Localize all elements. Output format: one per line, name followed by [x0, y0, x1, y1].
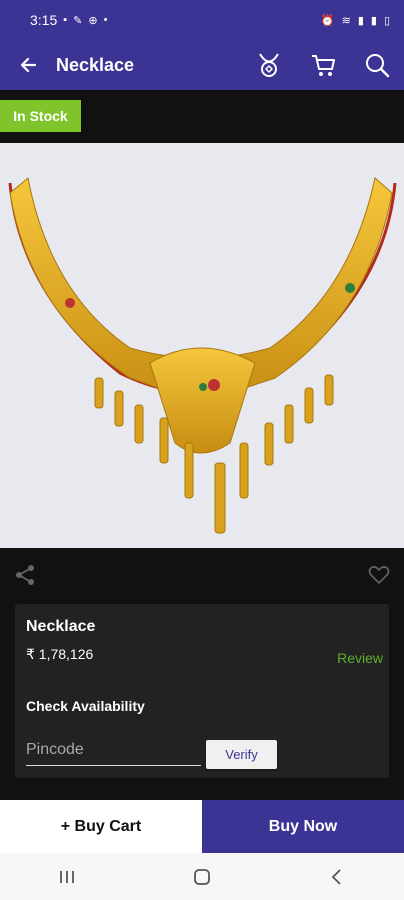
share-icon	[16, 565, 34, 585]
product-name: Necklace	[26, 618, 96, 635]
heart-icon	[368, 566, 390, 585]
status-left-icons: ▪ ✎ ⊕ •	[63, 14, 107, 27]
search-icon	[366, 54, 390, 78]
alarm-icon: ⏰	[320, 14, 335, 27]
status-bar: 3:15 ▪ ✎ ⊕ • ⏰ ≋ ▮ ▮ ▯	[0, 0, 404, 40]
product-price: ₹ 1,78,126	[26, 646, 94, 662]
status-right-icons: ⏰ ≋ ▮ ▮ ▯	[321, 14, 390, 27]
wishlist-button[interactable]	[368, 564, 390, 591]
cart-icon	[312, 55, 335, 76]
app-bar: Necklace	[0, 40, 404, 90]
dot-icon: •	[103, 13, 108, 26]
bottom-actions: + Buy Cart Buy Now	[0, 800, 404, 853]
home-icon	[194, 868, 210, 885]
review-link[interactable]: Review	[337, 650, 383, 666]
home-button[interactable]	[172, 857, 232, 897]
jewelry-button[interactable]	[242, 40, 296, 90]
tool-icon: ✎	[73, 14, 83, 27]
battery-icon: ▯	[383, 14, 390, 27]
system-back-button[interactable]	[307, 857, 367, 897]
status-time: 3:15	[30, 12, 58, 28]
wifi-icon: ≋	[341, 14, 351, 27]
pincode-input[interactable]	[26, 735, 201, 766]
back-button[interactable]	[0, 40, 56, 90]
globe-icon: ⊕	[88, 14, 98, 27]
search-button[interactable]	[350, 40, 404, 90]
share-button[interactable]	[14, 564, 36, 591]
message-icon: ▪	[63, 13, 68, 26]
product-tools	[0, 560, 404, 590]
product-card: Necklace ₹ 1,78,126 Review Check Availab…	[15, 604, 389, 778]
page-title: Necklace	[56, 54, 135, 75]
back-arrow-icon	[20, 57, 37, 73]
product-image[interactable]	[0, 143, 404, 548]
necklace-image	[8, 177, 397, 534]
buy-now-button[interactable]: Buy Now	[202, 800, 404, 853]
signal-icon: ▮	[357, 14, 364, 27]
signal-icon-2: ▮	[370, 14, 377, 27]
jewelry-icon	[259, 53, 279, 77]
stock-badge: In Stock	[0, 100, 81, 132]
cart-button[interactable]	[296, 40, 350, 90]
system-nav-bar	[0, 853, 404, 900]
system-back-icon	[331, 868, 341, 885]
buy-cart-button[interactable]: + Buy Cart	[0, 800, 202, 853]
recent-apps-icon	[60, 870, 75, 883]
check-availability-label: Check Availability	[26, 698, 145, 714]
verify-button[interactable]: Verify	[206, 740, 277, 769]
recent-apps-button[interactable]	[37, 857, 97, 897]
